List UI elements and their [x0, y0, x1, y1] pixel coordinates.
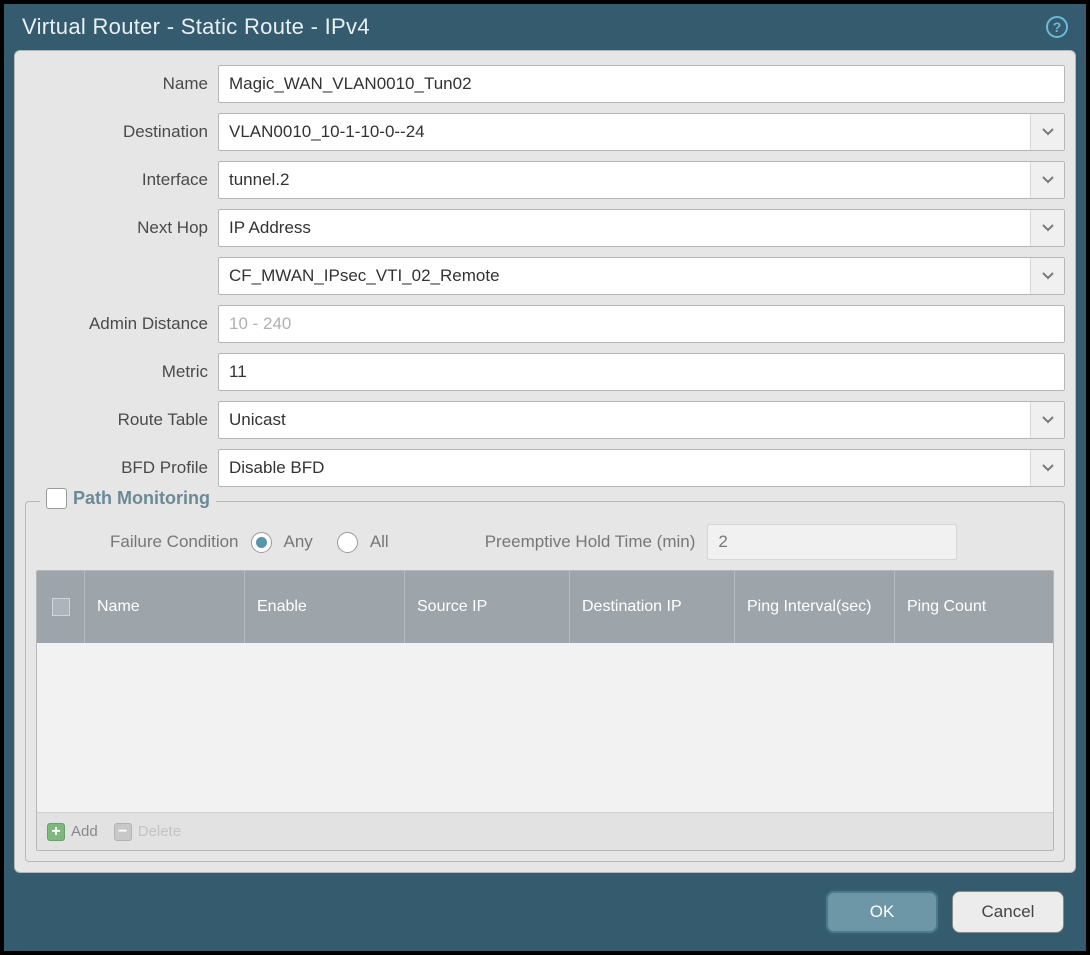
col-destination-ip: Destination IP: [570, 571, 735, 643]
cancel-button[interactable]: Cancel: [952, 891, 1064, 933]
destination-select[interactable]: VLAN0010_10-1-10-0--24: [218, 113, 1065, 151]
ok-button[interactable]: OK: [826, 891, 938, 933]
chevron-down-icon: [1030, 402, 1064, 438]
nexthop-value-value: CF_MWAN_IPsec_VTI_02_Remote: [219, 266, 1030, 286]
failure-any-label: Any: [284, 532, 313, 552]
metric-value: 11: [229, 362, 247, 382]
metric-label: Metric: [25, 362, 210, 382]
nexthop-type-select[interactable]: IP Address: [218, 209, 1065, 247]
plus-icon: +: [47, 823, 65, 841]
destination-value: VLAN0010_10-1-10-0--24: [219, 122, 1030, 142]
bfd-label: BFD Profile: [25, 458, 210, 478]
routetable-value: Unicast: [219, 410, 1030, 430]
interface-label: Interface: [25, 170, 210, 190]
form-grid: Name Magic_WAN_VLAN0010_Tun02 Destinatio…: [25, 65, 1065, 487]
table-body-empty: [37, 643, 1053, 812]
dialog-footer: OK Cancel: [4, 873, 1086, 951]
help-icon[interactable]: ?: [1046, 16, 1068, 38]
nexthop-label: Next Hop: [25, 218, 210, 238]
delete-label: Delete: [138, 823, 181, 840]
path-monitoring-label: Path Monitoring: [73, 488, 210, 509]
bfd-value: Disable BFD: [219, 458, 1030, 478]
name-value: Magic_WAN_VLAN0010_Tun02: [229, 74, 472, 94]
content-area: Name Magic_WAN_VLAN0010_Tun02 Destinatio…: [14, 50, 1076, 873]
titlebar: Virtual Router - Static Route - IPv4 ?: [4, 4, 1086, 50]
nexthop-type-value: IP Address: [219, 218, 1030, 238]
holdtime-label: Preemptive Hold Time (min): [485, 532, 696, 552]
col-select-all[interactable]: [37, 571, 85, 643]
table-header: Name Enable Source IP Destination IP Pin…: [37, 571, 1053, 643]
failure-condition-label: Failure Condition: [110, 532, 239, 552]
failure-all-label: All: [370, 532, 389, 552]
holdtime-value: 2: [718, 532, 727, 552]
path-monitoring-fieldset: Path Monitoring Failure Condition Any Al…: [25, 501, 1065, 862]
name-label: Name: [25, 74, 210, 94]
chevron-down-icon: [1030, 114, 1064, 150]
col-enable: Enable: [245, 571, 405, 643]
interface-value: tunnel.2: [219, 170, 1030, 190]
nexthop-value-select[interactable]: CF_MWAN_IPsec_VTI_02_Remote: [218, 257, 1065, 295]
minus-icon: −: [114, 823, 132, 841]
admindist-placeholder: 10 - 240: [229, 314, 291, 334]
routetable-label: Route Table: [25, 410, 210, 430]
chevron-down-icon: [1030, 450, 1064, 486]
path-monitoring-options: Failure Condition Any All Preemptive Hol…: [36, 524, 1054, 560]
path-monitoring-checkbox[interactable]: [46, 488, 67, 509]
admindist-input[interactable]: 10 - 240: [218, 305, 1065, 343]
chevron-down-icon: [1030, 258, 1064, 294]
name-input[interactable]: Magic_WAN_VLAN0010_Tun02: [218, 65, 1065, 103]
bfd-select[interactable]: Disable BFD: [218, 449, 1065, 487]
delete-button[interactable]: − Delete: [114, 823, 181, 841]
destination-label: Destination: [25, 122, 210, 142]
metric-input[interactable]: 11: [218, 353, 1065, 391]
col-source-ip: Source IP: [405, 571, 570, 643]
checkbox-icon: [52, 598, 70, 616]
table-footer: + Add − Delete: [37, 812, 1053, 850]
dialog-window: Virtual Router - Static Route - IPv4 ? N…: [0, 0, 1090, 955]
add-label: Add: [71, 823, 98, 840]
add-button[interactable]: + Add: [47, 823, 98, 841]
window-title: Virtual Router - Static Route - IPv4: [22, 14, 370, 40]
chevron-down-icon: [1030, 210, 1064, 246]
col-ping-interval: Ping Interval(sec): [735, 571, 895, 643]
monitor-table: Name Enable Source IP Destination IP Pin…: [36, 570, 1054, 851]
routetable-select[interactable]: Unicast: [218, 401, 1065, 439]
failure-any-radio[interactable]: [251, 532, 272, 553]
col-name: Name: [85, 571, 245, 643]
chevron-down-icon: [1030, 162, 1064, 198]
admindist-label: Admin Distance: [25, 314, 210, 334]
path-monitoring-legend: Path Monitoring: [40, 488, 216, 509]
failure-all-radio[interactable]: [337, 532, 358, 553]
interface-select[interactable]: tunnel.2: [218, 161, 1065, 199]
holdtime-input[interactable]: 2: [707, 524, 957, 560]
col-ping-count: Ping Count: [895, 571, 1053, 643]
